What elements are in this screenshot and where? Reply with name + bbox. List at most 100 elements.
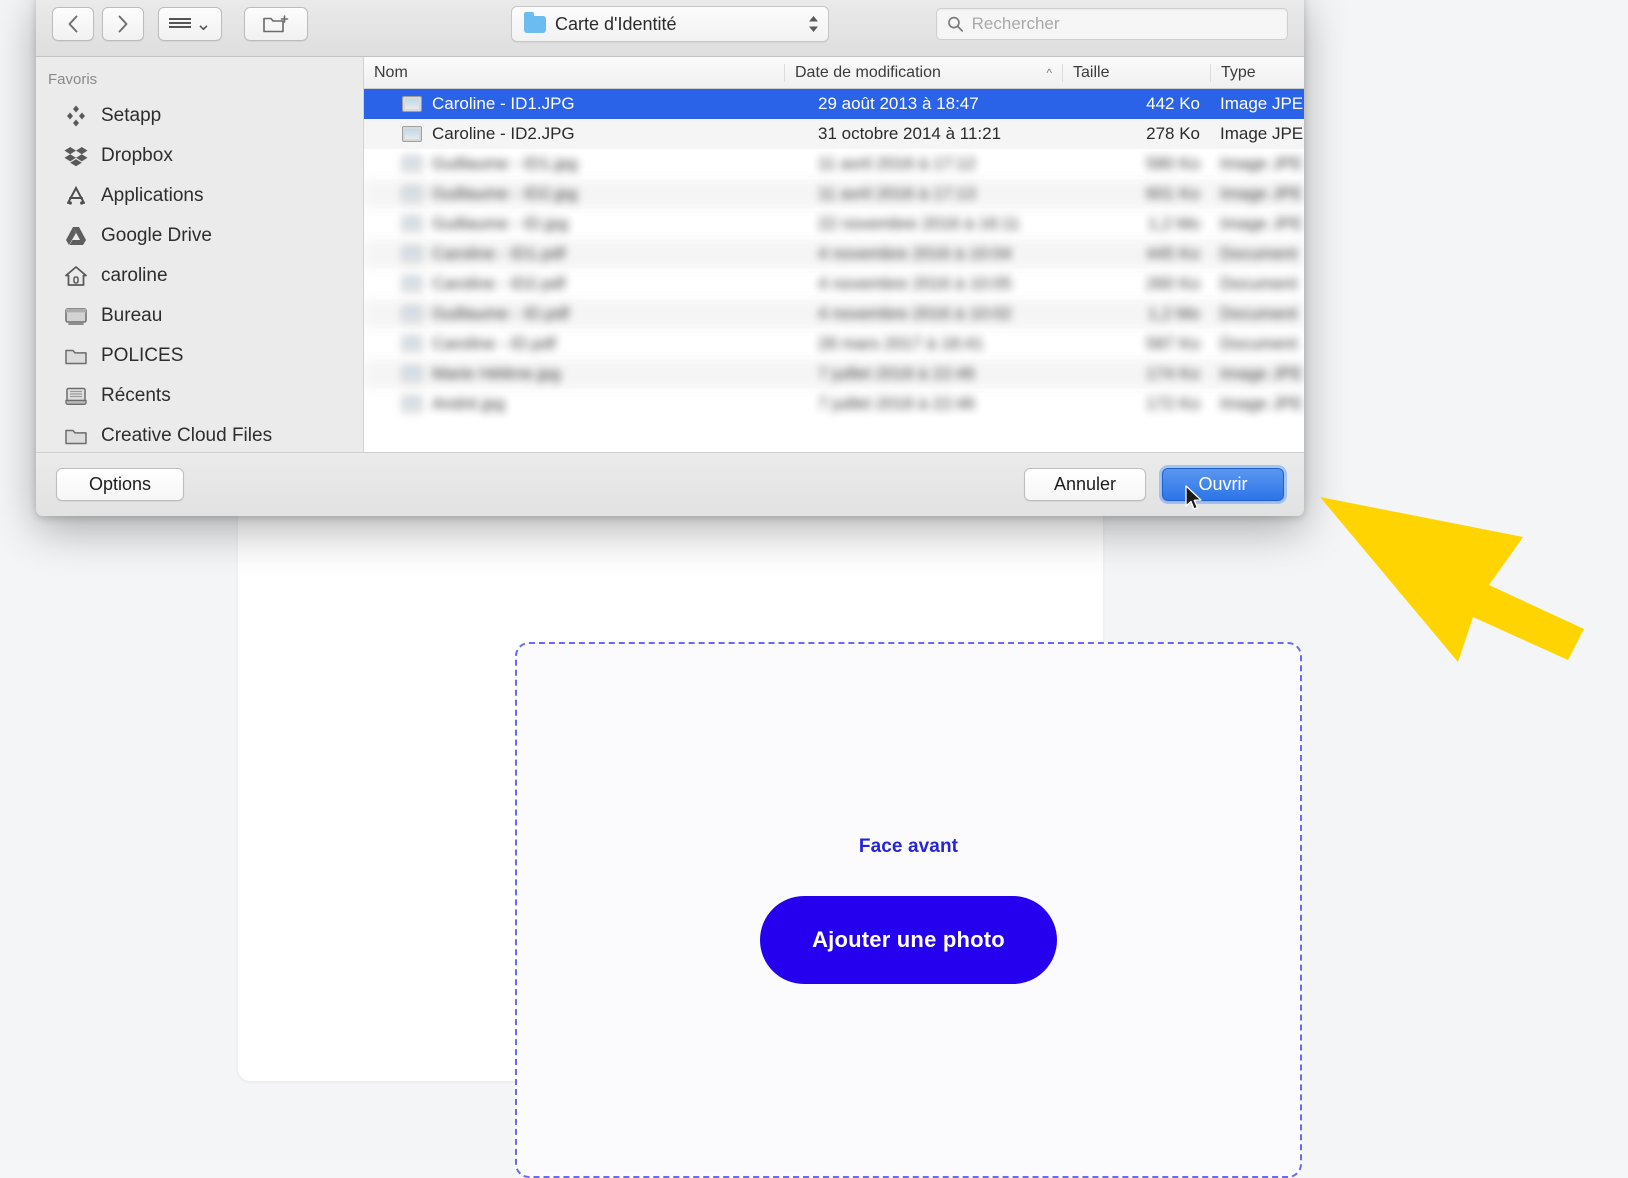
file-icon <box>402 366 422 382</box>
sort-ascending-icon: ^ <box>1046 66 1052 80</box>
file-icon <box>402 336 422 352</box>
file-date-cell: 11 avril 2016 à 17:12 <box>784 154 1062 174</box>
forward-button[interactable] <box>102 7 144 41</box>
file-name-cell: Caroline - ID.pdf <box>364 334 784 354</box>
sidebar-item-label: Récents <box>101 385 171 407</box>
table-row[interactable]: André.jpg 7 juillet 2018 à 22:46 172 Ko … <box>364 389 1304 419</box>
table-row[interactable]: Guillaume - ID.jpg 22 novembre 2016 à 16… <box>364 209 1304 239</box>
file-name-cell: Guillaume - ID1.jpg <box>364 154 784 174</box>
file-type-cell: Image JPE <box>1210 184 1304 204</box>
sidebar-item-google-drive[interactable]: Google Drive <box>36 216 363 256</box>
file-type-cell: Image JPE <box>1210 94 1304 114</box>
folder-icon <box>64 424 88 448</box>
chevron-right-icon <box>117 15 129 33</box>
file-date: 11 avril 2016 à 17:13 <box>818 184 976 203</box>
chevron-down-icon: ⌄ <box>196 15 212 34</box>
new-folder-icon <box>263 14 289 34</box>
column-header-date-label: Date de modification <box>795 64 941 82</box>
sidebar-item-label: Google Drive <box>101 225 212 247</box>
column-header-size[interactable]: Taille <box>1062 64 1210 82</box>
file-date-cell: 4 novembre 2016 à 10:02 <box>784 304 1062 324</box>
column-header-name[interactable]: Nom <box>364 64 784 82</box>
options-button[interactable]: Options <box>56 468 184 501</box>
dialog-actions: Annuler Ouvrir <box>1024 468 1284 501</box>
file-size-cell: 445 Ko <box>1062 244 1210 264</box>
sidebar-section-header: Favoris <box>36 67 363 96</box>
file-size-cell: 587 Ko <box>1062 334 1210 354</box>
applications-icon <box>64 184 88 208</box>
sidebar-item-setapp[interactable]: Setapp <box>36 96 363 136</box>
file-date: 4 novembre 2016 à 10:05 <box>818 274 1012 293</box>
file-name: Guillaume - ID.jpg <box>432 214 568 234</box>
table-row[interactable]: Caroline - ID.pdf 28 mars 2017 à 18:41 5… <box>364 329 1304 359</box>
file-date: 7 juillet 2018 à 22:46 <box>818 394 975 413</box>
file-icon <box>402 246 422 262</box>
file-size-cell: 1,2 Mo <box>1062 304 1210 324</box>
up-down-stepper-icon <box>807 14 820 34</box>
table-row[interactable]: Guillaume - ID2.jpg 11 avril 2016 à 17:1… <box>364 179 1304 209</box>
file-type-cell: Document <box>1210 334 1304 354</box>
table-row[interactable]: Caroline - ID2.pdf 4 novembre 2016 à 10:… <box>364 269 1304 299</box>
column-header-date[interactable]: Date de modification ^ <box>784 64 1062 82</box>
cancel-button[interactable]: Annuler <box>1024 468 1146 501</box>
sidebar-item-applications[interactable]: Applications <box>36 176 363 216</box>
file-name-cell: Guillaume - ID.pdf <box>364 304 784 324</box>
file-name: André.jpg <box>432 394 505 414</box>
sidebar-item-dropbox[interactable]: Dropbox <box>36 136 363 176</box>
file-name-cell: Guillaume - ID.jpg <box>364 214 784 234</box>
file-name-cell: Marie Hélène.jpg <box>364 364 784 384</box>
table-row[interactable]: Caroline - ID1.pdf 4 novembre 2016 à 10:… <box>364 239 1304 269</box>
file-icon <box>402 216 422 232</box>
view-mode-button[interactable]: ⌄ <box>158 7 222 41</box>
file-type-cell: Image JPE <box>1210 394 1304 414</box>
file-name: Guillaume - ID2.jpg <box>432 184 578 204</box>
file-size-cell: 442 Ko <box>1062 94 1210 114</box>
table-row[interactable]: Caroline - ID1.JPG 29 août 2013 à 18:47 … <box>364 89 1304 119</box>
file-date: 4 novembre 2016 à 10:02 <box>818 304 1012 323</box>
file-name: Caroline - ID2.pdf <box>432 274 565 294</box>
file-name: Marie Hélène.jpg <box>432 364 561 384</box>
file-date: 7 juillet 2018 à 22:46 <box>818 364 975 383</box>
file-icon <box>402 306 422 322</box>
file-name: Guillaume - ID1.jpg <box>432 154 578 174</box>
dialog-toolbar: ⌄ Carte d'Identité <box>36 0 1304 57</box>
photo-dropzone[interactable]: Face avant Ajouter une photo <box>515 642 1302 1178</box>
file-type-cell: Image JPE <box>1210 364 1304 384</box>
table-row[interactable]: Caroline - ID2.JPG 31 octobre 2014 à 11:… <box>364 119 1304 149</box>
file-type-cell: Image JPE <box>1210 124 1304 144</box>
file-date-cell: 29 août 2013 à 18:47 <box>784 94 1062 114</box>
sidebar-item-bureau[interactable]: Bureau <box>36 296 363 336</box>
sidebar-item-label: POLICES <box>101 345 183 367</box>
new-folder-button[interactable] <box>244 7 308 41</box>
file-size-cell: 172 Ko <box>1062 394 1210 414</box>
file-date: 22 novembre 2016 à 16:11 <box>818 214 1020 233</box>
file-size-cell: 278 Ko <box>1062 124 1210 144</box>
column-header-type[interactable]: Type <box>1210 64 1304 82</box>
file-size-cell: 601 Ko <box>1062 184 1210 204</box>
table-row[interactable]: Guillaume - ID.pdf 4 novembre 2016 à 10:… <box>364 299 1304 329</box>
file-name-cell: Caroline - ID1.JPG <box>364 94 784 114</box>
sidebar-item-polices[interactable]: POLICES <box>36 336 363 376</box>
open-button[interactable]: Ouvrir <box>1162 468 1284 501</box>
file-name-cell: Guillaume - ID2.jpg <box>364 184 784 204</box>
path-popup-button[interactable]: Carte d'Identité <box>511 6 829 42</box>
back-button[interactable] <box>52 7 94 41</box>
file-date-cell: 31 octobre 2014 à 11:21 <box>784 124 1062 144</box>
table-row[interactable]: Guillaume - ID1.jpg 11 avril 2016 à 17:1… <box>364 149 1304 179</box>
file-name: Caroline - ID2.JPG <box>432 124 575 144</box>
sidebar-item-label: caroline <box>101 265 168 287</box>
add-photo-button[interactable]: Ajouter une photo <box>760 896 1057 984</box>
sidebar-item-label: Bureau <box>101 305 162 327</box>
recents-icon <box>64 384 88 408</box>
file-list: Nom Date de modification ^ Taille Type C… <box>364 57 1304 452</box>
search-input[interactable] <box>972 14 1277 34</box>
folder-icon <box>524 16 546 33</box>
sidebar-item-creative-cloud-files[interactable]: Creative Cloud Files <box>36 416 363 452</box>
table-row[interactable]: Marie Hélène.jpg 7 juillet 2018 à 22:46 … <box>364 359 1304 389</box>
sidebar-item-r-cents[interactable]: Récents <box>36 376 363 416</box>
file-size-cell: 174 Ko <box>1062 364 1210 384</box>
search-field[interactable] <box>936 8 1288 40</box>
sidebar-item-caroline[interactable]: caroline <box>36 256 363 296</box>
file-icon <box>402 396 422 412</box>
file-date-cell: 4 novembre 2016 à 10:04 <box>784 244 1062 264</box>
